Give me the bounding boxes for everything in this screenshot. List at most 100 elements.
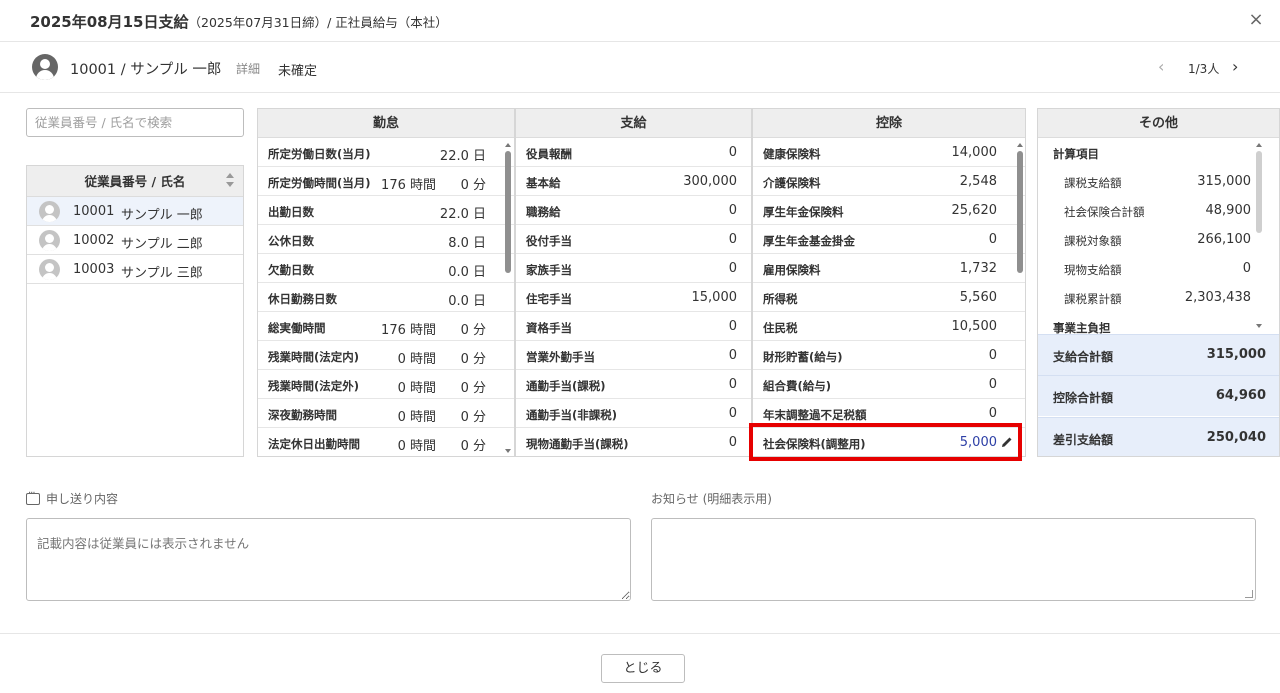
scroll-up-icon[interactable] [1256,143,1262,147]
attendance-value: 22.0 日 [439,149,486,164]
calc-item-value: 266,100 [1197,232,1251,247]
payment-label: 役付手当 [526,234,572,248]
deduction-label: 雇用保険料 [763,263,821,277]
payment-row[interactable]: 通勤手当(非課税) 0 [516,399,751,428]
attendance-row[interactable]: 深夜勤務時間 0 時間 0 分 [258,399,514,428]
payment-value: 0 [728,261,737,276]
calc-item-label: 課税累計額 [1064,292,1122,306]
attendance-minutes: 0 分 [460,381,486,396]
total-label: 支給合計額 [1053,350,1114,364]
payment-row[interactable]: 資格手当 0 [516,312,751,341]
deduction-header: 控除 [753,109,1025,138]
attendance-row[interactable]: 公休日数 8.0 日 [258,225,514,254]
other-scrollbar[interactable] [1256,151,1262,233]
attendance-row[interactable]: 総実働時間 176 時間 0 分 [258,312,514,341]
deduction-row[interactable]: 所得税 5,560 [753,283,1025,312]
deduction-value: 0 [988,377,997,392]
attendance-panel: 勤怠 所定労働日数(当月) 22.0 日所定労働時間(当月) 176 時間 0 分出勤… [257,108,515,457]
deduction-row[interactable]: 健康保険料 14,000 [753,138,1025,167]
memo-label: 申し送り内容 [26,488,118,507]
attendance-row[interactable]: 残業時間(法定内) 0 時間 0 分 [258,341,514,370]
calc-item-value: 0 [1242,261,1251,276]
memo-textarea[interactable] [26,518,631,601]
search-input[interactable] [26,108,244,137]
payment-row[interactable]: 現物通勤手当(課税) 0 [516,428,751,456]
payment-row[interactable]: 職務給 0 [516,196,751,225]
attendance-label: 出勤日数 [268,205,314,219]
attendance-scrollbar[interactable] [505,151,511,273]
attendance-row[interactable]: 所定労働時間(当月) 176 時間 0 分 [258,167,514,196]
deduction-row[interactable]: 厚生年金保険料 25,620 [753,196,1025,225]
payment-value: 0 [728,406,737,421]
scroll-up-icon[interactable] [505,143,511,147]
deduction-row[interactable]: 雇用保険料 1,732 [753,254,1025,283]
total-payment: 支給合計額 315,000 [1038,334,1279,375]
attendance-row[interactable]: 休日勤務日数 0.0 日 [258,283,514,312]
attendance-row[interactable]: 欠勤日数 0.0 日 [258,254,514,283]
payment-row[interactable]: 役員報酬 0 [516,138,751,167]
payment-value: 0 [728,145,737,160]
payment-row[interactable]: 住宅手当 15,000 [516,283,751,312]
employee-list-header-label: 従業員番号 / 氏名 [84,174,186,189]
deduction-value: 2,548 [959,174,997,189]
payment-value: 0 [728,203,737,218]
attendance-minutes: 0 分 [460,352,486,367]
chevron-right-icon[interactable]: › [1232,57,1238,76]
attendance-value: 8.0 日 [448,236,486,251]
payment-row[interactable]: 基本給 300,000 [516,167,751,196]
attendance-label: 法定休日出勤時間 [268,437,360,451]
attendance-label: 所定労働日数(当月) [268,147,371,161]
avatar-icon [32,54,58,80]
deduction-value: 0 [988,406,997,421]
payment-row[interactable]: 通勤手当(課税) 0 [516,370,751,399]
employee-row[interactable]: 10003 サンプル 三郎 [27,255,243,284]
sort-icon[interactable] [225,172,235,190]
attendance-minutes: 0 分 [460,439,486,454]
attendance-label: 残業時間(法定外) [268,379,360,393]
payment-row[interactable]: 家族手当 0 [516,254,751,283]
deduction-value: 14,000 [951,145,998,160]
notice-textarea[interactable] [651,518,1256,601]
chevron-left-icon[interactable]: ‹ [1158,57,1164,76]
scroll-down-icon[interactable] [1256,324,1262,328]
attendance-row[interactable]: 法定休日出勤時間 0 時間 0 分 [258,428,514,456]
employee-id: 10002 [73,233,115,248]
deduction-panel: 控除 健康保険料 14,000 介護保険料 2,548 厚生年金保険料 25,620 厚生年… [752,108,1026,457]
deduction-row[interactable]: 介護保険料 2,548 [753,167,1025,196]
employee-row[interactable]: 10001 サンプル 一郎 [27,197,243,226]
employee-list-header[interactable]: 従業員番号 / 氏名 [27,166,243,197]
resize-grip-icon[interactable] [1245,590,1253,598]
close-button[interactable]: とじる [601,654,685,683]
scroll-up-icon[interactable] [1017,143,1023,147]
close-icon[interactable]: × [1244,8,1268,32]
attendance-row[interactable]: 残業時間(法定外) 0 時間 0 分 [258,370,514,399]
deduction-value: 25,620 [951,203,998,218]
attendance-value: 0.0 日 [448,265,486,280]
other-header: その他 [1038,109,1279,138]
total-deduction: 控除合計額 64,960 [1038,375,1279,416]
attendance-row[interactable]: 出勤日数 22.0 日 [258,196,514,225]
comment-icon [26,488,40,505]
total-label: 控除合計額 [1053,391,1114,405]
title-date: 2025年08月15日支給 [30,13,189,31]
payment-row[interactable]: 営業外勤手当 0 [516,341,751,370]
deduction-row[interactable]: 住民税 10,500 [753,312,1025,341]
attendance-value: 0 時間 [397,439,436,454]
payment-row[interactable]: 役付手当 0 [516,225,751,254]
deduction-scrollbar[interactable] [1017,151,1023,273]
deduction-label: 介護保険料 [763,176,821,190]
detail-link[interactable]: 詳細 [236,60,260,77]
scroll-down-icon[interactable] [505,449,511,453]
deduction-row[interactable]: 組合費(給与) 0 [753,370,1025,399]
employee-list: 従業員番号 / 氏名 10001 サンプル 一郎 10002 サンプル 二郎 1… [26,165,244,457]
attendance-minutes: 0 分 [460,323,486,338]
employee-row[interactable]: 10002 サンプル 二郎 [27,226,243,255]
attendance-label: 公休日数 [268,234,314,248]
attendance-row[interactable]: 所定労働日数(当月) 22.0 日 [258,138,514,167]
attendance-header: 勤怠 [258,109,514,138]
attendance-label: 総実働時間 [268,321,326,335]
calc-item-value: 315,000 [1197,174,1251,189]
deduction-row[interactable]: 財形貯蓄(給与) 0 [753,341,1025,370]
deduction-row[interactable]: 厚生年金基金掛金 0 [753,225,1025,254]
employee-id: 10003 [73,262,115,277]
